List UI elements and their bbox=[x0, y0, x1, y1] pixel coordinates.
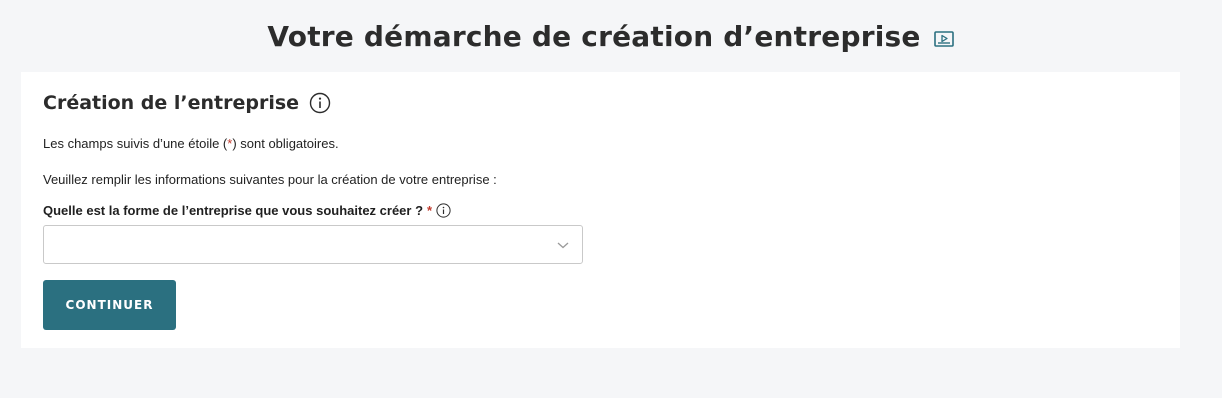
section-title: Création de l’entreprise bbox=[43, 92, 300, 114]
page-title: Votre démarche de création d’entreprise bbox=[267, 19, 921, 53]
intro-text: Veuillez remplir les informations suivan… bbox=[43, 172, 497, 187]
company-form-label: Quelle est la forme de l’entreprise que … bbox=[43, 203, 451, 218]
continue-button[interactable]: CONTINUER bbox=[43, 280, 176, 330]
info-icon[interactable] bbox=[309, 92, 331, 114]
info-icon[interactable] bbox=[436, 203, 451, 218]
required-note-text-before: Les champs suivis d’une étoile ( bbox=[43, 136, 228, 151]
chevron-down-icon bbox=[556, 239, 570, 251]
section-heading: Création de l’entreprise bbox=[43, 92, 331, 114]
required-fields-note: Les champs suivis d’une étoile (*) sont … bbox=[43, 136, 339, 151]
required-note-text-after: ) sont obligatoires. bbox=[232, 136, 339, 151]
form-card: Création de l’entreprise Les champs suiv… bbox=[21, 72, 1180, 348]
required-star: * bbox=[427, 203, 433, 218]
company-form-label-text: Quelle est la forme de l’entreprise que … bbox=[43, 203, 424, 218]
video-play-icon[interactable] bbox=[933, 28, 955, 50]
company-form-select[interactable] bbox=[43, 225, 583, 264]
page-header: Votre démarche de création d’entreprise bbox=[0, 0, 1222, 72]
